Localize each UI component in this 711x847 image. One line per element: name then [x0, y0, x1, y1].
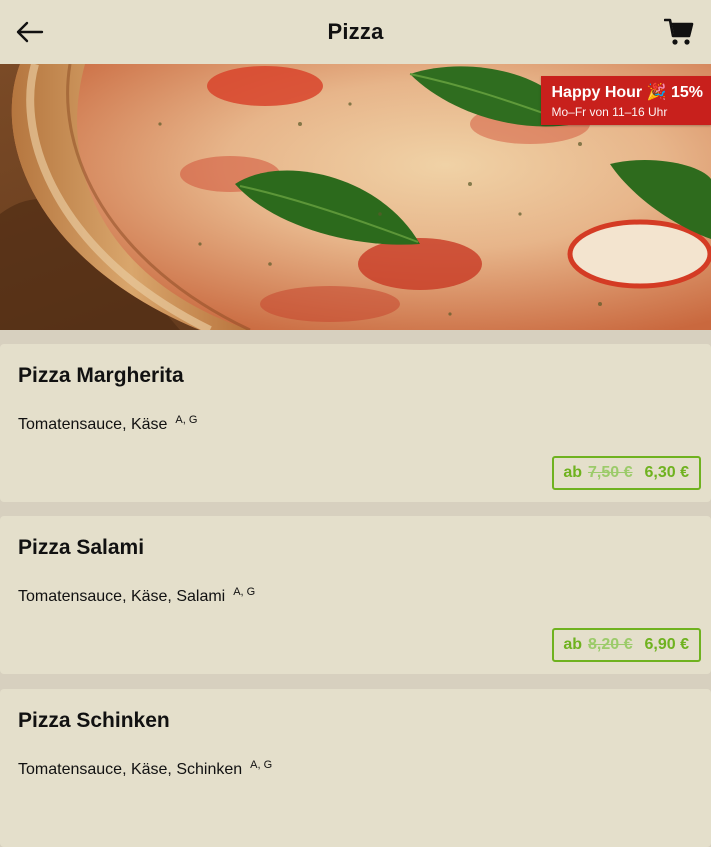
description-text: Tomatensauce, Käse, Salami [18, 588, 226, 605]
product-card[interactable]: Pizza Margherita Tomatensauce, Käse A, G … [0, 344, 711, 502]
allergen-codes: A, G [175, 414, 198, 426]
happy-hour-badge: Happy Hour 🎉 15% Mo–Fr von 11–16 Uhr [541, 76, 711, 125]
back-button[interactable] [14, 16, 46, 48]
promo-title: Happy Hour 🎉 15% [551, 84, 703, 101]
page-title: Pizza [327, 19, 384, 44]
description-text: Tomatensauce, Käse [18, 416, 168, 433]
price-button[interactable]: ab 8,20 € 6,90 € [552, 628, 701, 662]
product-name: Pizza Margherita [18, 364, 184, 387]
product-name: Pizza Salami [18, 536, 145, 559]
current-price: 6,30 € [644, 464, 689, 481]
allergen-codes: A, G [250, 759, 273, 771]
old-price: 7,50 € [588, 464, 633, 481]
allergen-codes: A, G [233, 586, 256, 598]
current-price: 6,90 € [644, 636, 689, 653]
product-card[interactable]: Pizza Salami Tomatensauce, Käse, Salami A… [0, 516, 711, 674]
product-description: Tomatensauce, Käse A, G [18, 414, 197, 434]
arrow-left-icon [16, 21, 44, 43]
product-card[interactable]: Pizza Schinken Tomatensauce, Käse, Schin… [0, 689, 711, 847]
price-button[interactable]: ab 7,50 € 6,30 € [552, 456, 701, 490]
shopping-cart-icon [664, 18, 694, 45]
price-prefix: ab [563, 464, 583, 481]
product-description: Tomatensauce, Käse, Schinken A, G [18, 759, 272, 779]
product-name: Pizza Schinken [18, 709, 170, 732]
hero-image: Happy Hour 🎉 15% Mo–Fr von 11–16 Uhr [0, 64, 711, 330]
price-prefix: ab [563, 636, 583, 653]
app-header: Pizza [0, 0, 711, 64]
cart-button[interactable] [661, 14, 697, 50]
product-description: Tomatensauce, Käse, Salami A, G [18, 586, 255, 606]
description-text: Tomatensauce, Käse, Schinken [18, 761, 243, 778]
promo-subtitle: Mo–Fr von 11–16 Uhr [551, 105, 668, 119]
product-list: Pizza Margherita Tomatensauce, Käse A, G … [0, 330, 711, 847]
old-price: 8,20 € [588, 636, 633, 653]
